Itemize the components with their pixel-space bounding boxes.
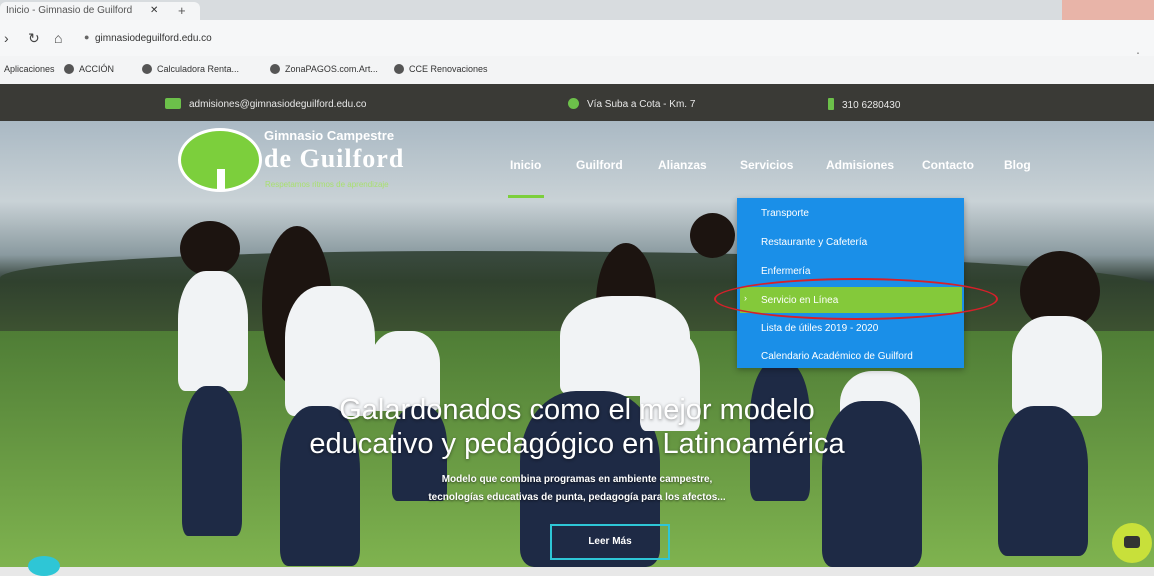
logo-text-1: Gimnasio Campestre [264,128,395,143]
bookmark-item[interactable]: ACCIÓN [64,64,114,74]
school-logo-icon[interactable] [178,128,262,192]
tab-close-icon[interactable]: ✕ [150,2,158,20]
dropdown-item-transporte[interactable]: Transporte [761,208,809,219]
scroll-indicator[interactable] [28,556,60,576]
nav-active-indicator [508,195,544,198]
hero-headline-1: Galardonados como el mejor modelo [339,394,815,426]
nav-guilford[interactable]: Guilford [576,158,623,172]
hero-subtext-1: Modelo que combina programas en ambiente… [441,474,713,485]
nav-servicios[interactable]: Servicios [740,158,793,172]
window-corner [1062,0,1154,20]
dropdown-item-enfermeria[interactable]: Enfermería [761,266,810,277]
mail-icon [165,98,181,109]
bookmark-item[interactable]: CCE Renovaciones [394,64,488,74]
chat-button[interactable] [1112,523,1152,563]
globe-icon [394,64,404,74]
globe-icon [64,64,74,74]
nav-inicio[interactable]: Inicio [510,158,541,172]
logo-tagline: Respetamos ritmos de aprendizaje [265,180,389,189]
url-field[interactable]: gimnasiodeguilford.edu.co [95,33,212,44]
nav-blog[interactable]: Blog [1004,158,1031,172]
chat-icon [1124,536,1140,548]
dropdown-item-restaurante[interactable]: Restaurante y Cafetería [761,237,867,248]
nav-contacto[interactable]: Contacto [922,158,974,172]
reload-icon[interactable]: ↻ [28,30,40,47]
globe-icon [270,64,280,74]
red-annotation-ellipse [714,278,998,320]
child-figure [180,221,240,276]
dropdown-item-lista-utiles[interactable]: Lista de útiles 2019 - 2020 [761,323,878,334]
logo-text-2: de Guilford [264,144,405,173]
hero-subtext-2: tecnologías educativas de punta, pedagog… [428,492,726,503]
topbar-phone[interactable]: 310 6280430 [828,98,900,111]
forward-icon[interactable]: › [4,30,9,46]
nav-admisiones[interactable]: Admisiones [826,158,894,172]
tab-title: Inicio - Gimnasio de Guilford [6,5,133,16]
bookmark-apps[interactable]: Aplicaciones [4,64,55,74]
topbar-email[interactable]: admisiones@gimnasiodeguilford.edu.co [165,98,366,110]
child-figure [690,213,735,258]
new-tab-icon[interactable]: + [178,3,186,18]
topbar-address: Vía Suba a Cota - Km. 7 [568,98,695,110]
lock-icon: ● [84,32,90,42]
hero-headline-2: educativo y pedagógico en Latinoamérica [309,428,845,460]
bookmark-item[interactable]: Calculadora Renta... [142,64,239,74]
phone-icon [828,98,834,110]
browser-tab[interactable]: Inicio - Gimnasio de Guilford ✕ [0,2,200,20]
home-icon[interactable]: ⌂ [54,30,62,46]
bookmark-item[interactable]: ZonaPAGOS.com.Art... [270,64,378,74]
dropdown-item-calendario[interactable]: Calendario Académico de Guilford [761,351,913,362]
globe-icon [142,64,152,74]
nav-alianzas[interactable]: Alianzas [658,158,707,172]
child-figure [178,271,248,391]
location-icon [568,98,579,109]
read-more-button[interactable]: Leer Más [550,524,670,560]
